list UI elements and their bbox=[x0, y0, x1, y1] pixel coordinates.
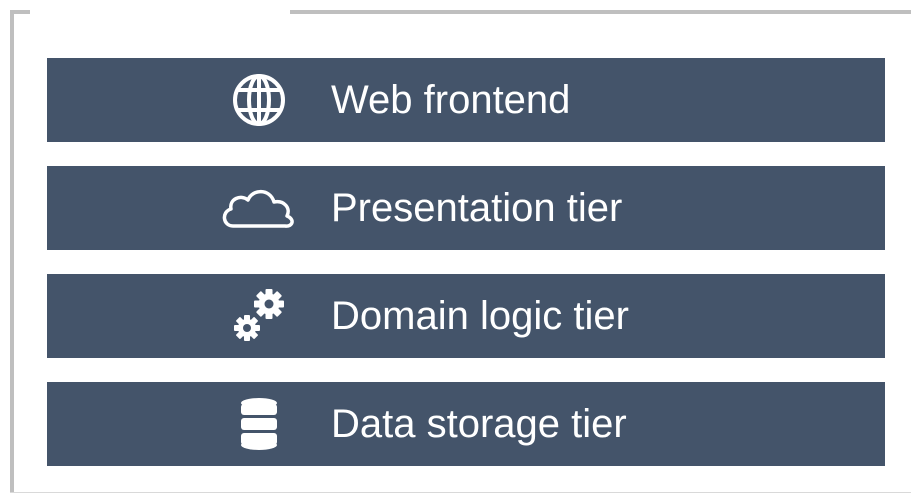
tier-label: Data storage tier bbox=[331, 402, 627, 446]
frame-bottom-border bbox=[10, 492, 911, 493]
tier-data-storage: Data storage tier bbox=[47, 382, 885, 466]
tier-web-frontend: Web frontend bbox=[47, 58, 885, 142]
frame-left-border bbox=[10, 10, 14, 492]
frame-top-border bbox=[290, 10, 911, 14]
tier-label: Web frontend bbox=[331, 78, 571, 122]
database-icon bbox=[219, 394, 299, 454]
cloud-icon bbox=[219, 178, 299, 238]
globe-icon bbox=[219, 70, 299, 130]
tier-domain-logic: Domain logic tier bbox=[47, 274, 885, 358]
frame-top-border-stub bbox=[10, 10, 30, 14]
tier-presentation: Presentation tier bbox=[47, 166, 885, 250]
tier-label: Domain logic tier bbox=[331, 294, 629, 338]
tier-label: Presentation tier bbox=[331, 186, 623, 230]
gears-icon bbox=[219, 286, 299, 346]
